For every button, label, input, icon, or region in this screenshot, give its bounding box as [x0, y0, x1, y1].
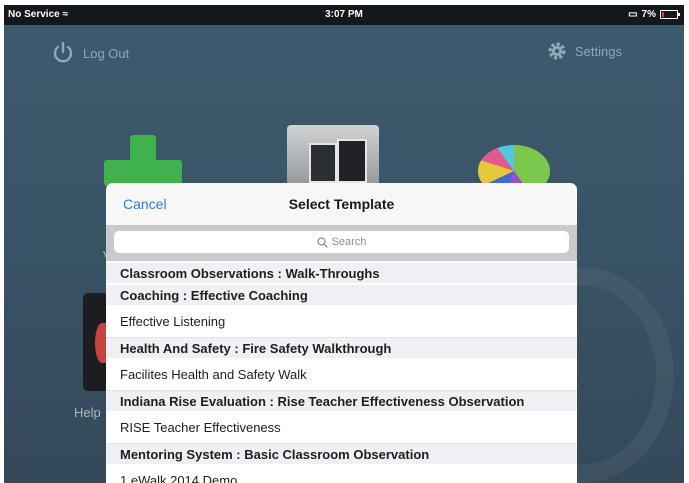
template-item-label: Effective Listening [120, 313, 226, 329]
template-item[interactable]: Facilites Health and Safety Walk [106, 358, 577, 391]
template-list: Classroom Observations : Walk-Throughs Co… [106, 263, 577, 483]
section-header: Coaching : Effective Coaching [106, 285, 577, 305]
template-item-label: RISE Teacher Effectiveness [120, 419, 281, 435]
section-header: Health And Safety : Fire Safety Walkthro… [106, 338, 577, 358]
section-header-label: Mentoring System : Basic Classroom Obser… [120, 446, 430, 462]
help-label: Help [74, 405, 101, 420]
template-item-label: 1 eWalk 2014 Demo [120, 472, 238, 483]
top-nav-bar: Log Out Settings [4, 25, 684, 85]
logout-label: Log Out [83, 45, 130, 61]
search-input[interactable]: Search [114, 231, 569, 253]
power-icon [53, 41, 73, 63]
gear-icon [548, 42, 566, 60]
search-placeholder: Search [331, 236, 367, 248]
logout-button[interactable]: Log Out [51, 41, 129, 65]
template-item[interactable]: RISE Teacher Effectiveness [106, 411, 577, 444]
battery-percent: 7% [641, 9, 656, 20]
section-header: Indiana Rise Evaluation : Rise Teacher E… [106, 391, 577, 411]
template-item[interactable]: Effective Listening [106, 305, 577, 338]
ipad-screen: No Service ≈ 3:07 PM ▭ 7% Log Out Settin… [4, 5, 684, 483]
popover-title: Select Template [288, 196, 395, 212]
section-header-label: Coaching : Effective Coaching [120, 287, 308, 303]
settings-label: Settings [575, 43, 622, 59]
select-template-popover: Cancel Select Template Search Classroom … [106, 183, 577, 483]
template-item-label: Facilites Health and Safety Walk [120, 366, 307, 382]
popover-header: Cancel Select Template [106, 183, 577, 225]
clock: 3:07 PM [325, 9, 363, 20]
section-header-label: Indiana Rise Evaluation : Rise Teacher E… [120, 393, 525, 409]
search-icon [316, 236, 328, 248]
section-header: Mentoring System : Basic Classroom Obser… [106, 444, 577, 464]
search-bar: Search [106, 225, 577, 261]
section-header: Classroom Observations : Walk-Throughs [106, 263, 577, 283]
settings-button[interactable]: Settings [547, 41, 622, 61]
archive-tile-icon[interactable] [287, 125, 379, 191]
section-header-label: Health And Safety : Fire Safety Walkthro… [120, 340, 392, 356]
screen-mirror-icon: ▭ [628, 9, 638, 20]
battery-icon [660, 10, 680, 19]
battery-status: ▭ 7% [628, 9, 680, 20]
template-item[interactable]: 1 eWalk 2014 Demo [106, 464, 577, 483]
section-header-label: Classroom Observations : Walk-Throughs [120, 265, 380, 281]
document-icon [309, 143, 337, 183]
status-bar: No Service ≈ 3:07 PM ▭ 7% [4, 5, 684, 25]
document-icon [337, 139, 367, 183]
